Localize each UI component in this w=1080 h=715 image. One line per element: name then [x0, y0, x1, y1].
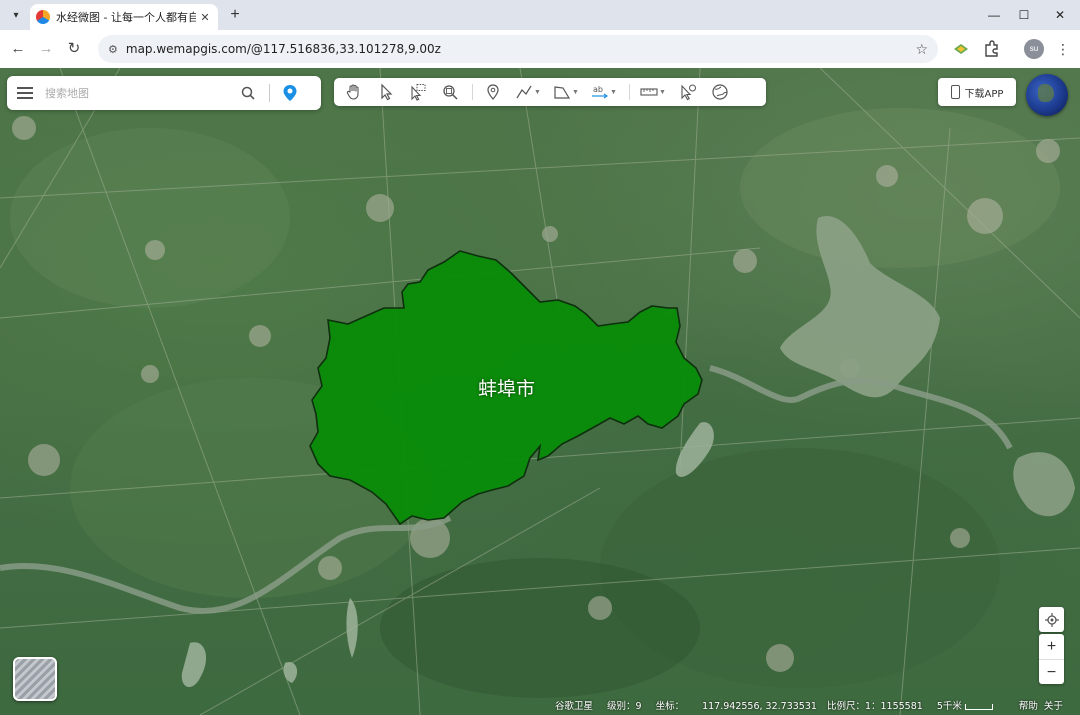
- measure-tool[interactable]: ▼: [638, 81, 668, 103]
- polygon-icon: [554, 86, 571, 99]
- address-bar[interactable]: ⚙ map.wemapgis.com/@117.516836,33.101278…: [98, 35, 938, 63]
- crosshair-icon: [1044, 612, 1059, 627]
- scale-bar-line: [964, 703, 993, 710]
- window-close-icon[interactable]: ✕: [1050, 6, 1070, 24]
- zoom-controls: + −: [1039, 634, 1064, 684]
- satellite-imagery: [0, 68, 1080, 715]
- chevron-down-icon: ▼: [572, 88, 579, 96]
- search-divider: [269, 84, 270, 102]
- pointer-icon: [381, 83, 393, 101]
- maximize-icon[interactable]: ☐: [1014, 6, 1034, 24]
- chevron-down-icon: ▼: [659, 88, 666, 96]
- site-info-icon[interactable]: ⚙: [108, 43, 118, 56]
- search-panel: [7, 76, 321, 110]
- marker-icon: [487, 84, 499, 100]
- menu-icon[interactable]: [17, 87, 33, 99]
- back-icon[interactable]: ←: [8, 39, 28, 59]
- help-link[interactable]: 帮助: [1019, 698, 1038, 712]
- hand-icon: [346, 84, 359, 100]
- tools-divider: [472, 84, 473, 100]
- download-app-label: 下载APP: [964, 88, 1004, 100]
- download-app-button[interactable]: 下载APP: [938, 78, 1016, 106]
- forward-icon[interactable]: →: [36, 39, 56, 59]
- city-label: 蚌埠市: [478, 378, 536, 400]
- map-tools-bar: ▼ ▼ ab ▼ ▼: [334, 78, 766, 106]
- chevron-down-icon: ▼: [610, 88, 617, 96]
- minimize-icon[interactable]: —: [984, 6, 1004, 24]
- globe-view-icon[interactable]: [1026, 74, 1068, 116]
- box-select-tool[interactable]: [406, 81, 430, 103]
- tab-search-icon[interactable]: ▾: [6, 5, 26, 25]
- status-bar: 谷歌卫星 级别：9 坐标： 117.942556, 32.733531 比例尺：1…: [555, 695, 1080, 715]
- zoom-area-tool[interactable]: [438, 81, 462, 103]
- map-search-input[interactable]: [45, 86, 235, 100]
- basemap-switch-button[interactable]: [13, 657, 57, 701]
- bookmark-star-icon[interactable]: ☆: [915, 41, 928, 58]
- line-tool[interactable]: ▼: [513, 81, 543, 103]
- text-label-icon: ab: [592, 85, 609, 99]
- svg-text:ab: ab: [593, 85, 603, 94]
- select-tool[interactable]: [374, 81, 398, 103]
- locate-button[interactable]: [1039, 607, 1064, 632]
- zoom-level: 级别：9: [607, 701, 642, 712]
- location-pin-icon[interactable]: [282, 84, 298, 102]
- reload-icon[interactable]: ↻: [64, 39, 84, 59]
- tools-divider: [629, 84, 630, 100]
- browser-menu-icon[interactable]: ⋮: [1056, 39, 1070, 59]
- map-canvas[interactable]: 蚌埠市 ▼: [0, 68, 1080, 715]
- polygon-tool[interactable]: ▼: [551, 81, 581, 103]
- polyline-icon: [516, 85, 532, 99]
- phone-icon: [950, 85, 960, 99]
- info-pointer-tool[interactable]: [676, 81, 700, 103]
- ruler-icon: [640, 88, 658, 96]
- chevron-down-icon: ▼: [534, 88, 541, 96]
- cursor-coordinates: 坐标： 117.942556, 32.733531: [655, 701, 817, 712]
- globe-tool[interactable]: [708, 81, 732, 103]
- tab-title: 水经微图 - 让每一个人都有自己: [56, 11, 196, 24]
- box-select-icon: [411, 84, 426, 101]
- site-favicon-icon: [36, 10, 50, 24]
- about-link[interactable]: 关于: [1044, 698, 1063, 712]
- map-source: 谷歌卫星: [555, 701, 594, 712]
- url-text: map.wemapgis.com/@117.516836,33.101278,9…: [125, 42, 441, 56]
- profile-avatar[interactable]: su: [1024, 39, 1044, 59]
- browser-tab-strip: ▾ 水经微图 - 让每一个人都有自己 ✕ + — ☐ ✕: [0, 0, 1080, 30]
- zoom-in-button[interactable]: +: [1039, 634, 1064, 659]
- new-tab-button[interactable]: +: [226, 6, 244, 24]
- scale-bar: 5千米: [937, 698, 993, 712]
- zoom-search-icon: [443, 85, 458, 100]
- browser-toolbar: ← → ↻ ⚙ map.wemapgis.com/@117.516836,33.…: [0, 30, 1080, 68]
- info-pointer-icon: [681, 84, 696, 101]
- extensions-puzzle-icon[interactable]: [982, 40, 1000, 58]
- extension-app-icon[interactable]: [952, 40, 970, 58]
- tab-close-icon[interactable]: ✕: [198, 11, 212, 24]
- map-scale: 比例尺：1：1155581: [826, 701, 923, 712]
- zoom-out-button[interactable]: −: [1039, 659, 1064, 684]
- marker-tool[interactable]: [481, 81, 505, 103]
- browser-tab[interactable]: 水经微图 - 让每一个人都有自己 ✕: [30, 4, 218, 30]
- globe-icon: [712, 84, 728, 100]
- pan-hand-tool[interactable]: [342, 81, 366, 103]
- text-label-tool[interactable]: ab ▼: [589, 81, 619, 103]
- search-icon[interactable]: [241, 86, 255, 100]
